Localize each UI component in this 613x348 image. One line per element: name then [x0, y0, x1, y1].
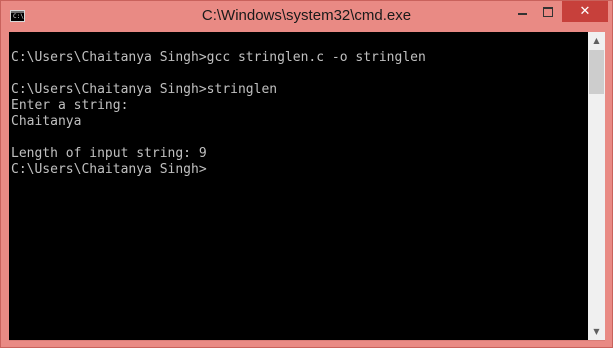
close-icon: ✕ — [579, 4, 591, 19]
console-prompt-line: C:\Users\Chaitanya Singh> — [11, 162, 207, 177]
cmd-window: C:\ C:\Windows\system32\cmd.exe ✕ C:\Use… — [0, 0, 613, 348]
title-bar[interactable]: C:\ C:\Windows\system32\cmd.exe ✕ — [1, 1, 612, 32]
minimize-button[interactable] — [509, 1, 535, 22]
console-output[interactable]: C:\Users\Chaitanya Singh>gcc stringlen.c… — [9, 32, 588, 340]
console-line: Length of input string: 9 — [11, 146, 207, 161]
maximize-button[interactable] — [535, 1, 561, 22]
vertical-scrollbar[interactable]: ▲ ▼ — [588, 32, 605, 340]
window-bottom-edge — [9, 340, 605, 341]
maximize-icon — [543, 6, 553, 17]
console-text: C:\Users\Chaitanya Singh>gcc stringlen.c… — [11, 50, 426, 178]
minimize-icon — [517, 12, 527, 15]
console-line: Enter a string: — [11, 98, 129, 113]
console-line: C:\Users\Chaitanya Singh>gcc stringlen.c… — [11, 50, 426, 65]
console-line: Chaitanya — [11, 114, 82, 129]
scroll-down-arrow-icon[interactable]: ▼ — [588, 323, 605, 340]
scrollbar-thumb[interactable] — [589, 50, 604, 94]
console-line: C:\Users\Chaitanya Singh>stringlen — [11, 82, 278, 97]
close-button[interactable]: ✕ — [562, 1, 608, 22]
scroll-up-arrow-icon[interactable]: ▲ — [588, 32, 605, 49]
